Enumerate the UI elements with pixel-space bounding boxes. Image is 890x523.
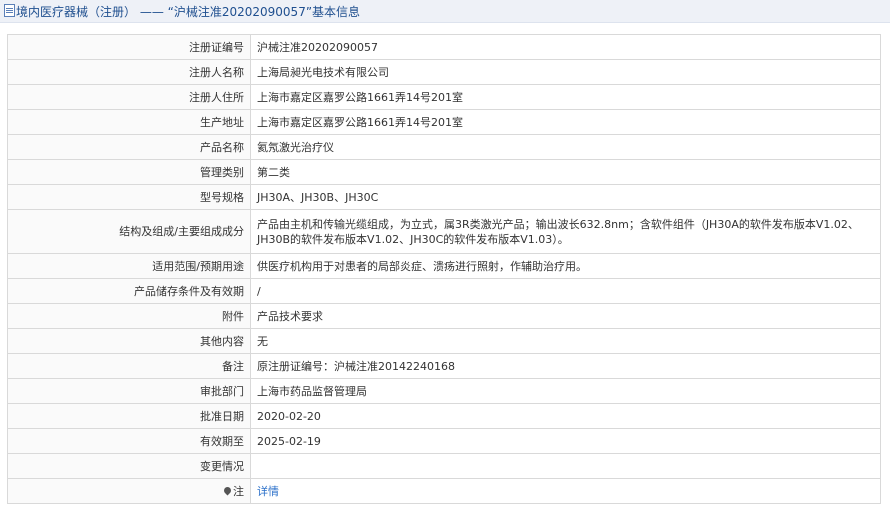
row-value: 无: [250, 328, 881, 354]
note-label-cell: 注: [7, 478, 251, 504]
row-value: 上海市嘉定区嘉罗公路1661弄14号201室: [250, 84, 881, 110]
row-label: 有效期至: [7, 428, 251, 454]
table-row: 其他内容 无: [7, 328, 881, 354]
table-row: 结构及组成/主要组成成分 产品由主机和传输光缆组成，为立式，属3R类激光产品；输…: [7, 209, 881, 254]
row-value: 沪械注准20202090057: [250, 34, 881, 60]
table-row: 审批部门 上海市药品监督管理局: [7, 378, 881, 404]
note-value-cell: 详情: [250, 478, 881, 504]
row-value: 第二类: [250, 159, 881, 185]
page-title: 境内医疗器械（注册） —— “沪械注准20202090057”基本信息: [16, 5, 361, 19]
row-value: 上海市药品监督管理局: [250, 378, 881, 404]
row-label: 产品储存条件及有效期: [7, 278, 251, 304]
row-value: 产品技术要求: [250, 303, 881, 329]
table-row: 批准日期 2020-02-20: [7, 403, 881, 429]
row-label: 适用范围/预期用途: [7, 253, 251, 279]
table-row: 管理类别 第二类: [7, 159, 881, 185]
row-value: 产品由主机和传输光缆组成，为立式，属3R类激光产品；输出波长632.8nm；含软…: [250, 209, 881, 254]
row-label: 附件: [7, 303, 251, 329]
row-label: 型号规格: [7, 184, 251, 210]
row-value: /: [250, 278, 881, 304]
document-icon: [4, 4, 15, 17]
table-row: 型号规格 JH30A、JH30B、JH30C: [7, 184, 881, 210]
table-row: 注册人住所 上海市嘉定区嘉罗公路1661弄14号201室: [7, 84, 881, 110]
table-row: 附件 产品技术要求: [7, 303, 881, 329]
row-label: 备注: [7, 353, 251, 379]
row-value: 2025-02-19: [250, 428, 881, 454]
table-row: 注册人名称 上海局昶光电技术有限公司: [7, 59, 881, 85]
row-value: 上海局昶光电技术有限公司: [250, 59, 881, 85]
page-header: 境内医疗器械（注册） —— “沪械注准20202090057”基本信息: [0, 0, 890, 23]
table-row: 有效期至 2025-02-19: [7, 428, 881, 454]
row-value: 原注册证编号：沪械注准20142240168: [250, 353, 881, 379]
row-label: 管理类别: [7, 159, 251, 185]
note-label: 注: [233, 484, 244, 498]
row-value: 氦氖激光治疗仪: [250, 134, 881, 160]
table-row: 备注 原注册证编号：沪械注准20142240168: [7, 353, 881, 379]
table-row: 注册证编号 沪械注准20202090057: [7, 34, 881, 60]
row-label: 审批部门: [7, 378, 251, 404]
table-row: 生产地址 上海市嘉定区嘉罗公路1661弄14号201室: [7, 109, 881, 135]
table-row: 变更情况: [7, 453, 881, 479]
row-label: 产品名称: [7, 134, 251, 160]
row-value: 上海市嘉定区嘉罗公路1661弄14号201室: [250, 109, 881, 135]
row-label: 注册证编号: [7, 34, 251, 60]
row-label: 其他内容: [7, 328, 251, 354]
row-label: 变更情况: [7, 453, 251, 479]
row-label: 注册人名称: [7, 59, 251, 85]
row-label: 结构及组成/主要组成成分: [7, 209, 251, 254]
row-value: 2020-02-20: [250, 403, 881, 429]
detail-link[interactable]: 详情: [257, 485, 279, 498]
row-label: 生产地址: [7, 109, 251, 135]
row-value: 供医疗机构用于对患者的局部炎症、溃疡进行照射，作辅助治疗用。: [250, 253, 881, 279]
row-label: 注册人住所: [7, 84, 251, 110]
table-row: 适用范围/预期用途 供医疗机构用于对患者的局部炎症、溃疡进行照射，作辅助治疗用。: [7, 253, 881, 279]
row-value: JH30A、JH30B、JH30C: [250, 184, 881, 210]
info-table: 注册证编号 沪械注准20202090057 注册人名称 上海局昶光电技术有限公司…: [7, 34, 881, 504]
row-label: 批准日期: [7, 403, 251, 429]
note-row: 注 详情: [7, 478, 881, 504]
table-row: 产品储存条件及有效期 /: [7, 278, 881, 304]
row-value: [250, 453, 881, 479]
table-row: 产品名称 氦氖激光治疗仪: [7, 134, 881, 160]
pin-icon: [222, 485, 233, 495]
